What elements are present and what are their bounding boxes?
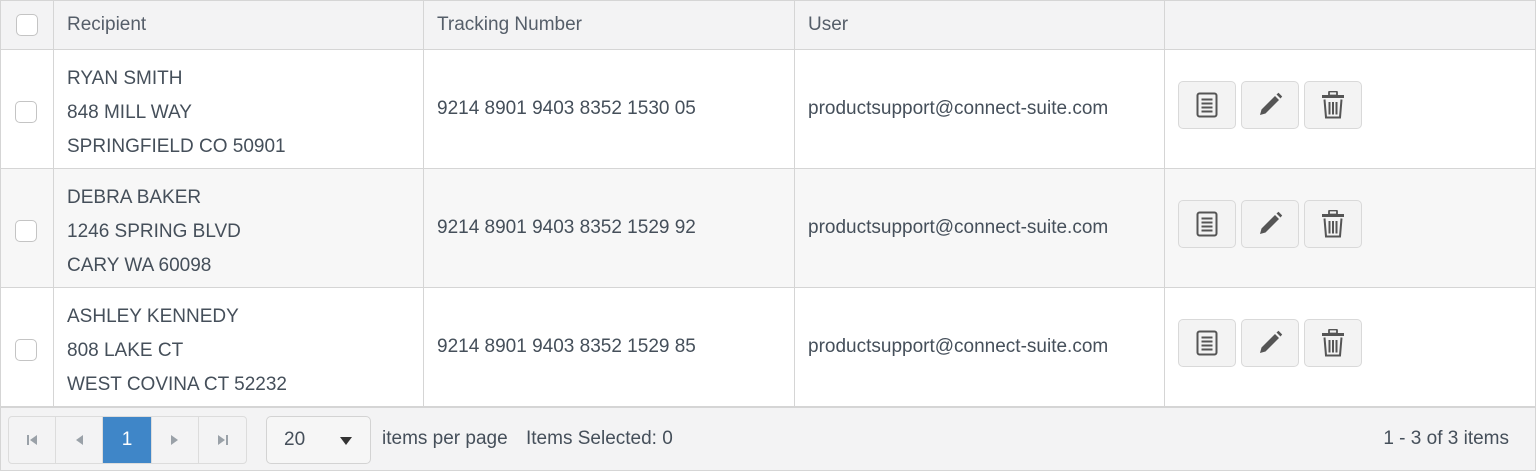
actions-cell bbox=[1165, 169, 1535, 287]
chevron-down-icon bbox=[340, 437, 352, 445]
user-cell: productsupport@connect-suite.com bbox=[795, 288, 1165, 406]
column-label: User bbox=[808, 14, 849, 35]
trash-icon bbox=[1322, 210, 1344, 238]
recipient-address: DEBRA BAKER 1246 SPRING BLVD CARY WA 600… bbox=[67, 181, 241, 283]
tracking-number: 9214 8901 9403 8352 1529 85 bbox=[437, 336, 696, 357]
recipient-city: CARY WA 60098 bbox=[67, 255, 212, 276]
page-navigation: 1 bbox=[8, 416, 247, 464]
select-all-checkbox[interactable] bbox=[16, 14, 38, 36]
tracking-number: 9214 8901 9403 8352 1529 92 bbox=[437, 217, 696, 238]
recipient-street: 808 LAKE CT bbox=[67, 340, 184, 361]
user-email: productsupport@connect-suite.com bbox=[808, 98, 1109, 119]
items-selected-label: Items Selected: 0 bbox=[526, 428, 673, 449]
current-page-button[interactable]: 1 bbox=[103, 417, 152, 463]
edit-button[interactable] bbox=[1241, 319, 1299, 367]
column-label: Recipient bbox=[67, 14, 147, 35]
actions-cell bbox=[1165, 50, 1535, 168]
column-header-recipient[interactable]: Recipient bbox=[54, 1, 424, 49]
recipient-address: RYAN SMITH 848 MILL WAY SPRINGFIELD CO 5… bbox=[67, 62, 286, 164]
column-label: Tracking Number bbox=[437, 14, 583, 35]
recipient-city: SPRINGFIELD CO 50901 bbox=[67, 136, 286, 157]
row-checkbox[interactable] bbox=[15, 220, 37, 242]
document-icon bbox=[1196, 330, 1218, 356]
page-size-select[interactable]: 20 bbox=[266, 416, 371, 464]
table-row[interactable]: RYAN SMITH 848 MILL WAY SPRINGFIELD CO 5… bbox=[1, 50, 1535, 169]
edit-button[interactable] bbox=[1241, 200, 1299, 248]
table-row[interactable]: DEBRA BAKER 1246 SPRING BLVD CARY WA 600… bbox=[1, 169, 1535, 288]
items-per-page-label: items per page bbox=[382, 428, 508, 449]
pager-range-info: 1 - 3 of 3 items bbox=[1383, 428, 1509, 449]
delete-button[interactable] bbox=[1304, 319, 1362, 367]
recipient-cell: DEBRA BAKER 1246 SPRING BLVD CARY WA 600… bbox=[54, 169, 424, 287]
recipient-address: ASHLEY KENNEDY 808 LAKE CT WEST COVINA C… bbox=[67, 300, 287, 402]
recipient-street: 848 MILL WAY bbox=[67, 102, 192, 123]
table-row[interactable]: ASHLEY KENNEDY 808 LAKE CT WEST COVINA C… bbox=[1, 288, 1535, 407]
row-select-cell bbox=[1, 169, 54, 287]
tracking-cell: 9214 8901 9403 8352 1529 92 bbox=[424, 169, 795, 287]
tracking-cell: 9214 8901 9403 8352 1530 05 bbox=[424, 50, 795, 168]
last-page-icon bbox=[217, 435, 228, 445]
user-cell: productsupport@connect-suite.com bbox=[795, 50, 1165, 168]
prev-page-button[interactable] bbox=[56, 417, 103, 463]
pencil-icon bbox=[1260, 330, 1283, 353]
column-header-user[interactable]: User bbox=[795, 1, 1165, 49]
recipient-city: WEST COVINA CT 52232 bbox=[67, 374, 287, 395]
first-page-icon bbox=[27, 435, 37, 445]
header-select-cell bbox=[1, 1, 54, 49]
document-icon bbox=[1196, 92, 1218, 118]
tracking-number: 9214 8901 9403 8352 1530 05 bbox=[437, 98, 696, 119]
row-select-cell bbox=[1, 50, 54, 168]
recipient-name: ASHLEY KENNEDY bbox=[67, 306, 239, 327]
recipient-cell: ASHLEY KENNEDY 808 LAKE CT WEST COVINA C… bbox=[54, 288, 424, 406]
delete-button[interactable] bbox=[1304, 200, 1362, 248]
view-document-button[interactable] bbox=[1178, 319, 1236, 367]
user-cell: productsupport@connect-suite.com bbox=[795, 169, 1165, 287]
view-document-button[interactable] bbox=[1178, 200, 1236, 248]
tracking-cell: 9214 8901 9403 8352 1529 85 bbox=[424, 288, 795, 406]
first-page-button[interactable] bbox=[9, 417, 56, 463]
document-icon bbox=[1196, 211, 1218, 237]
user-email: productsupport@connect-suite.com bbox=[808, 217, 1109, 238]
trash-icon bbox=[1322, 91, 1344, 119]
shipments-grid: Recipient Tracking Number User RYAN SMIT… bbox=[0, 0, 1536, 471]
next-page-icon bbox=[171, 435, 178, 445]
recipient-name: RYAN SMITH bbox=[67, 68, 183, 89]
last-page-button[interactable] bbox=[199, 417, 246, 463]
actions-cell bbox=[1165, 288, 1535, 406]
row-select-cell bbox=[1, 288, 54, 406]
edit-button[interactable] bbox=[1241, 81, 1299, 129]
user-email: productsupport@connect-suite.com bbox=[808, 336, 1109, 357]
recipient-street: 1246 SPRING BLVD bbox=[67, 221, 241, 242]
prev-page-icon bbox=[76, 435, 83, 445]
recipient-name: DEBRA BAKER bbox=[67, 187, 202, 208]
delete-button[interactable] bbox=[1304, 81, 1362, 129]
trash-icon bbox=[1322, 329, 1344, 357]
next-page-button[interactable] bbox=[152, 417, 199, 463]
recipient-cell: RYAN SMITH 848 MILL WAY SPRINGFIELD CO 5… bbox=[54, 50, 424, 168]
page-size-value: 20 bbox=[284, 429, 306, 450]
row-checkbox[interactable] bbox=[15, 101, 37, 123]
view-document-button[interactable] bbox=[1178, 81, 1236, 129]
grid-header: Recipient Tracking Number User bbox=[1, 1, 1535, 50]
pencil-icon bbox=[1260, 92, 1283, 115]
column-header-tracking-number[interactable]: Tracking Number bbox=[424, 1, 795, 49]
row-checkbox[interactable] bbox=[15, 339, 37, 361]
column-header-actions bbox=[1165, 1, 1535, 49]
pager: 1 20 items per page Items Selected: 0 1 … bbox=[1, 407, 1535, 470]
pencil-icon bbox=[1260, 211, 1283, 234]
